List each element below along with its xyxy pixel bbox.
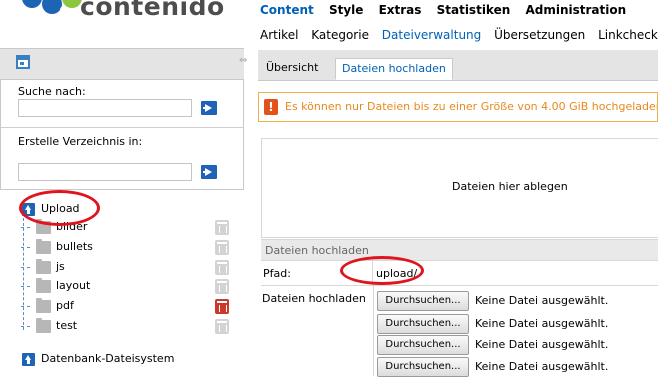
warning-icon: ! <box>264 99 278 115</box>
search-label: Suche nach: <box>18 85 86 98</box>
delete-icon[interactable] <box>215 319 229 334</box>
tree-item[interactable]: layout <box>0 277 244 297</box>
subnav-kategorie[interactable]: Kategorie <box>311 28 369 42</box>
panel-layout-icon[interactable] <box>16 55 30 69</box>
nav-extras[interactable]: Extras <box>379 3 422 17</box>
subnav-uebersetzungen[interactable]: Übersetzungen <box>494 28 585 42</box>
dropzone-text: Dateien hier ablegen <box>452 180 568 193</box>
tab-bar: Übersicht Dateien hochladen <box>258 50 658 81</box>
logo-text: contenido <box>80 0 225 21</box>
folder-label: js <box>56 260 65 273</box>
main-nav: Content Style Extras Statistiken Adminis… <box>260 3 637 17</box>
no-file-text: Keine Datei ausgewählt. <box>475 294 609 307</box>
subnav-dateiverwaltung[interactable]: Dateiverwaltung <box>382 28 481 42</box>
divider <box>1 127 243 128</box>
create-dir-input[interactable] <box>18 163 192 181</box>
no-file-text: Keine Datei ausgewählt. <box>475 338 609 351</box>
tree-branch <box>21 326 30 328</box>
folder-label: pdf <box>56 299 74 312</box>
path-label: Pfad: <box>263 267 291 280</box>
search-input[interactable] <box>18 99 192 117</box>
warning-text: Es können nur Dateien bis zu einer Größe… <box>285 100 658 113</box>
nav-style[interactable]: Style <box>329 3 363 17</box>
folder-icon <box>36 318 51 333</box>
search-panel: Suche nach: Erstelle Verzeichnis in: <box>0 80 244 190</box>
nav-administration[interactable]: Administration <box>525 3 626 17</box>
folder-icon <box>36 259 51 274</box>
db-filesystem-label: Datenbank-Dateisystem <box>41 352 175 365</box>
upload-section-header: Dateien hochladen <box>261 239 658 261</box>
tree-item[interactable]: bullets <box>0 238 244 258</box>
tree-branch <box>21 267 30 269</box>
folder-icon <box>36 298 51 313</box>
create-dir-go-icon[interactable] <box>201 165 217 179</box>
no-file-text: Keine Datei ausgewählt. <box>475 317 609 330</box>
upload-section-title: Dateien hochladen <box>265 244 369 257</box>
annotation-ellipse <box>340 256 424 285</box>
subnav-artikel[interactable]: Artikel <box>260 28 298 42</box>
browse-button[interactable]: Durchsuchen... <box>377 291 469 311</box>
logo-mark-icon <box>22 0 82 14</box>
tree-branch <box>21 227 30 229</box>
folder-label: test <box>56 319 78 332</box>
logo: contenido <box>0 0 250 26</box>
browse-button[interactable]: Durchsuchen... <box>377 335 469 355</box>
tree-item[interactable]: pdf <box>0 297 244 317</box>
tree-branch <box>21 306 30 308</box>
browse-button[interactable]: Durchsuchen... <box>377 314 469 334</box>
splitter-handle-icon[interactable]: ⇔ <box>239 56 248 66</box>
folder-label: layout <box>56 279 91 292</box>
tab-dateien-hochladen[interactable]: Dateien hochladen <box>335 58 453 80</box>
delete-icon[interactable] <box>215 220 229 235</box>
files-label: Dateien hochladen <box>262 292 366 305</box>
warning-box: ! Es können nur Dateien bis zu einer Grö… <box>258 92 658 122</box>
left-panel-header <box>0 48 244 80</box>
create-dir-label: Erstelle Verzeichnis in: <box>18 135 143 148</box>
folder-icon <box>36 239 51 254</box>
no-file-text: Keine Datei ausgewählt. <box>475 360 609 373</box>
search-go-icon[interactable] <box>201 101 217 115</box>
delete-icon[interactable] <box>215 299 229 314</box>
folder-label: bullets <box>56 240 93 253</box>
tree-item[interactable]: test <box>0 317 244 337</box>
delete-icon[interactable] <box>215 260 229 275</box>
delete-icon[interactable] <box>215 279 229 294</box>
path-row: Pfad: upload/ <box>261 261 658 286</box>
nav-statistiken[interactable]: Statistiken <box>437 3 511 17</box>
nav-content[interactable]: Content <box>260 3 314 17</box>
tree-branch <box>21 286 30 288</box>
tab-uebersicht[interactable]: Übersicht <box>260 58 324 80</box>
tree-item[interactable]: js <box>0 258 244 278</box>
annotation-ellipse <box>19 190 100 226</box>
folder-icon <box>36 278 51 293</box>
sub-nav: Artikel Kategorie Dateiverwaltung Überse… <box>260 28 658 42</box>
subnav-linkchecker[interactable]: Linkchecker <box>598 28 658 42</box>
browse-button[interactable]: Durchsuchen... <box>377 357 469 377</box>
dropzone[interactable]: Dateien hier ablegen <box>261 138 658 238</box>
db-folder-icon <box>22 353 35 366</box>
delete-icon[interactable] <box>215 240 229 255</box>
tree-root-db[interactable]: Datenbank-Dateisystem <box>0 350 244 370</box>
tree-branch <box>21 247 30 249</box>
divider <box>373 286 374 376</box>
